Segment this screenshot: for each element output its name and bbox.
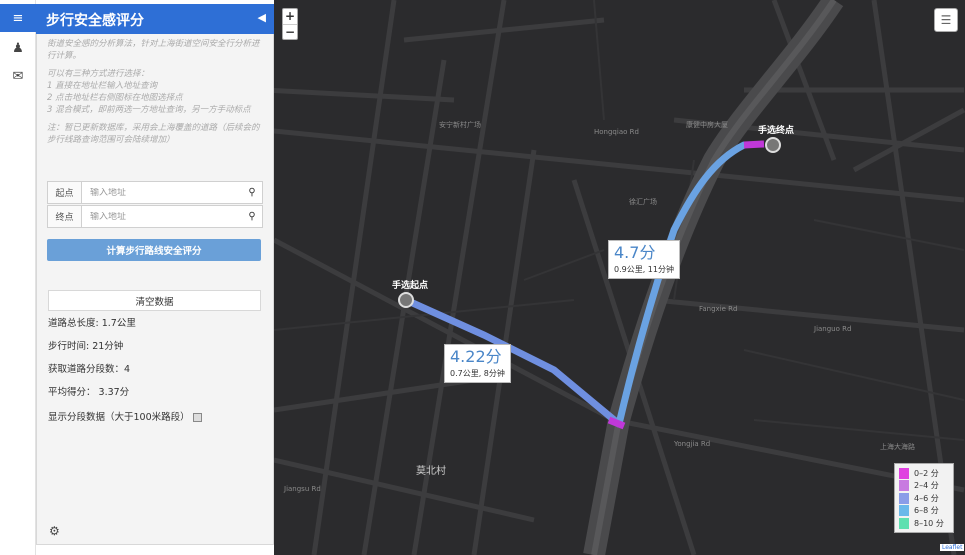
intro-line: 3 混合模式，即前两选一方地址查询，另一方手动标点	[47, 105, 251, 115]
panel-intro: 街道安全感的分析算法，针对上海街道空间安全行分析进行计算。 可以有三种方式进行选…	[47, 38, 265, 152]
start-address-row: 起点 ⚲	[47, 181, 263, 204]
map-marker-icon[interactable]: ⚲	[242, 187, 262, 198]
map-marker-icon[interactable]: ⚲	[242, 211, 262, 222]
show-segments-checkbox[interactable]	[192, 413, 202, 422]
stat-average-score: 平均得分： 3.37分	[48, 387, 130, 398]
legend-swatch	[899, 492, 909, 504]
intro-line: 2 点击地址栏右侧图标在地图选择点	[47, 93, 183, 103]
menu-icon[interactable]: ≡	[0, 4, 36, 32]
legend-item: 0–2 分	[899, 467, 949, 480]
map-attribution[interactable]: Leaflet	[940, 544, 965, 551]
zoom-out-button[interactable]: −	[283, 24, 297, 39]
zoom-control: + −	[282, 8, 298, 40]
start-point-label: 手选起点	[392, 281, 429, 291]
map-road-label: Yongjia Rd	[674, 440, 711, 448]
map-place-label: 上海大海路	[880, 443, 915, 451]
map-road-label: Fangxie Rd	[699, 305, 738, 313]
stat-walk-time: 步行时间: 21分钟	[48, 341, 124, 352]
end-point-label: 手选终点	[758, 126, 795, 136]
legend-item: 4–6 分	[899, 492, 949, 505]
stat-total-length: 道路总长度: 1.7公里	[48, 318, 136, 329]
end-label: 终点	[48, 206, 82, 227]
start-label: 起点	[48, 182, 82, 203]
sidebar-panel: 步行安全感评分 ◀ 街道安全感的分析算法，针对上海街道空间安全行分析进行计算。 …	[36, 4, 274, 545]
stat-segment-count: 获取道路分段数：4	[48, 364, 131, 375]
legend-swatch	[899, 480, 909, 492]
legend-swatch	[899, 505, 909, 517]
legend-item: 6–8 分	[899, 505, 949, 518]
intro-text: 街道安全感的分析算法，针对上海街道空间安全行分析进行计算。 可以有三种方式进行选…	[47, 38, 265, 146]
segment-popup[interactable]: 4.22分 0.7公里, 8分钟	[444, 344, 511, 383]
end-address-row: 终点 ⚲	[47, 205, 263, 228]
intro-line: 1 直接在地址栏输入地址查询	[47, 81, 158, 91]
icon-strip: ≡ ♟ ✉	[0, 0, 36, 555]
legend-label: 6–8 分	[914, 506, 939, 516]
map-road-label: Jiangsu Rd	[284, 485, 321, 493]
legend-label: 4–6 分	[914, 493, 939, 503]
gear-icon[interactable]: ⚙	[49, 524, 60, 538]
intro-line: 街道安全感的分析算法，针对上海街道空间安全行分析进行计算。	[47, 39, 260, 61]
panel-title: 步行安全感评分	[46, 13, 144, 29]
show-segments-label: 显示分段数据（大于100米路段）	[48, 412, 190, 423]
intro-line: 可以有三种方式进行选择：	[47, 69, 150, 79]
start-address-input[interactable]	[82, 187, 242, 198]
segment-popup[interactable]: 4.7分 0.9公里, 11分钟	[608, 240, 680, 279]
segment-score: 4.22分	[450, 347, 502, 366]
clear-data-button[interactable]: 清空数据	[48, 290, 261, 311]
map-road-label: Hongqiao Rd	[594, 128, 639, 136]
legend-swatch	[899, 517, 909, 529]
legend-swatch	[899, 467, 909, 479]
layers-icon[interactable]: ☰	[934, 8, 958, 32]
map-road-label: Jianguo Rd	[814, 325, 852, 333]
end-address-input[interactable]	[82, 211, 242, 222]
legend-item: 2–4 分	[899, 480, 949, 493]
legend-label: 2–4 分	[914, 481, 939, 491]
calculate-score-button[interactable]: 计算步行路线安全评分	[47, 239, 261, 261]
segment-detail: 0.7公里, 8分钟	[450, 369, 505, 378]
map-place-label: 康健中房大厦	[686, 121, 728, 129]
score-legend: 0–2 分 2–4 分 4–6 分 6–8 分 8–10 分	[894, 463, 954, 533]
legend-label: 0–2 分	[914, 468, 939, 478]
zoom-in-button[interactable]: +	[283, 9, 297, 24]
panel-header: 步行安全感评分 ◀	[36, 4, 274, 34]
segment-detail: 0.9公里, 11分钟	[614, 265, 674, 274]
segment-score: 4.7分	[614, 243, 656, 262]
map-view[interactable]: 莫北村 安宁新村广场 徐汇广场 康健中房大厦 上海大海路 Hongqiao Rd…	[274, 0, 965, 555]
map-place-label: 安宁新村广场	[439, 121, 481, 129]
map-place-label: 徐汇广场	[629, 198, 657, 206]
intro-note: 注：暂已更新数据库，采用会上海覆盖的道路（后续会的步行线路查询范围可会陆续增加）	[47, 123, 260, 145]
map-place-label: 莫北村	[416, 466, 446, 477]
user-icon[interactable]: ♟	[0, 34, 36, 62]
collapse-icon[interactable]: ◀	[258, 11, 266, 24]
legend-item: 8–10 分	[899, 517, 949, 530]
mail-icon[interactable]: ✉	[0, 62, 36, 90]
show-segments-option[interactable]: 显示分段数据（大于100米路段）	[48, 409, 202, 423]
legend-label: 8–10 分	[914, 518, 944, 528]
